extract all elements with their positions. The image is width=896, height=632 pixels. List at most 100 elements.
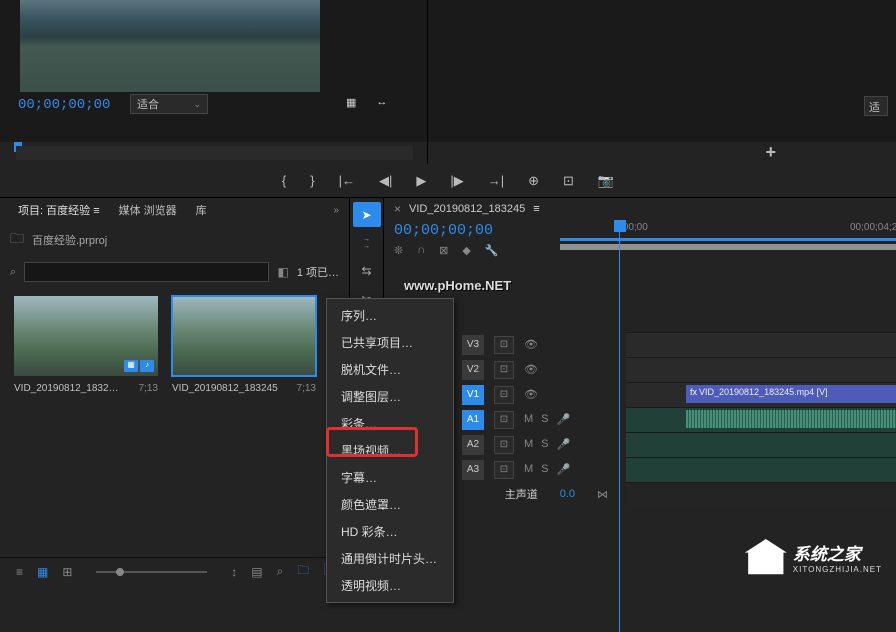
mute-button[interactable]: M [524, 463, 533, 476]
audio-clip[interactable] [686, 410, 896, 428]
fit-dropdown[interactable]: 适合 ⌄ [130, 94, 208, 114]
tab-media-browser[interactable]: 媒体 浏览器 [111, 199, 185, 221]
search-input[interactable] [24, 262, 269, 282]
menu-countdown[interactable]: 通用倒计时片头… [327, 545, 453, 572]
track-id-a3[interactable]: A3 [462, 460, 484, 480]
master-content[interactable] [626, 482, 896, 506]
filter-icon[interactable]: ◧ [277, 265, 288, 279]
track-select-tool[interactable]: →→ [353, 230, 381, 255]
master-value[interactable]: 0.0 [560, 488, 575, 500]
selection-tool[interactable]: ➤ [353, 202, 381, 227]
play-icon[interactable]: ▶ [416, 173, 426, 189]
mute-button[interactable]: M [524, 438, 533, 451]
go-to-in-icon[interactable]: |← [339, 173, 355, 188]
video-clip[interactable]: fxVID_20190812_183245.mp4 [V] [686, 385, 896, 403]
mark-out-icon[interactable]: } [310, 173, 314, 188]
track-toggle[interactable]: ⊡ [494, 386, 514, 404]
eye-icon[interactable]: 👁 [524, 363, 538, 376]
track-toggle[interactable]: ⊡ [494, 436, 514, 454]
track-v3: V3 ⊡ 👁 [384, 332, 896, 357]
track-content-v3[interactable] [626, 332, 896, 357]
menu-offline-file[interactable]: 脱机文件… [327, 356, 453, 383]
timeline-ruler[interactable]: ;00;00 00;00;04;2 [560, 220, 896, 258]
insert-icon[interactable]: ⊕ [528, 173, 539, 189]
tab-menu-icon[interactable]: ≡ [533, 203, 539, 215]
zoom-slider[interactable] [96, 571, 207, 573]
auto-sequence-icon[interactable]: ▤ [251, 565, 262, 579]
solo-button[interactable]: S [541, 438, 548, 451]
track-id-v3[interactable]: V3 [462, 335, 484, 355]
mic-icon[interactable]: 🎤 [557, 463, 571, 476]
menu-black-video[interactable]: 黑场视频… [327, 437, 453, 464]
track-content-a1[interactable] [626, 407, 896, 432]
sequence-thumbnail[interactable] [172, 296, 316, 376]
settings-icon[interactable]: 🔧 [485, 244, 499, 257]
track-toggle[interactable]: ⊡ [494, 411, 514, 429]
icon-view-icon[interactable]: ▦ [37, 565, 48, 579]
menu-shared-project[interactable]: 已共享项目… [327, 329, 453, 356]
track-id-a1[interactable]: A1 [462, 410, 484, 430]
freeform-view-icon[interactable]: ⊞ [62, 565, 72, 579]
mark-in-icon[interactable]: { [282, 173, 286, 188]
eye-icon[interactable]: 👁 [524, 338, 538, 351]
add-button-icon[interactable]: + [765, 142, 776, 163]
menu-color-matte[interactable]: 颜色遮罩… [327, 491, 453, 518]
overwrite-icon[interactable]: ⊡ [563, 173, 574, 189]
source-video-preview[interactable] [20, 0, 320, 92]
track-id-v1[interactable]: V1 [462, 385, 484, 405]
program-fit-dropdown[interactable]: 适 [864, 96, 888, 116]
track-id-v2[interactable]: V2 [462, 360, 484, 380]
source-ruler[interactable] [16, 146, 413, 160]
track-toggle[interactable]: ⊡ [494, 336, 514, 354]
linked-selection-icon[interactable]: ∩ [417, 244, 425, 257]
source-timecode[interactable]: 00;00;00;00 [18, 97, 110, 113]
bin-item[interactable]: VID_20190812_183245 7;13 [172, 296, 316, 394]
export-frame-icon[interactable]: 📷 [598, 173, 614, 189]
panel-overflow-icon[interactable]: » [333, 205, 339, 216]
track-content-v2[interactable] [626, 357, 896, 382]
track-id-a2[interactable]: A2 [462, 435, 484, 455]
work-area-bar[interactable] [560, 244, 896, 250]
ripple-edit-tool[interactable]: ⇆ [353, 258, 381, 283]
tab-project[interactable]: 项目: 百度经验 ≡ [10, 199, 108, 221]
list-view-icon[interactable]: ≡ [16, 565, 23, 579]
solo-button[interactable]: S [541, 413, 548, 426]
menu-transparent-video[interactable]: 透明视频… [327, 572, 453, 599]
step-back-icon[interactable]: ◀| [379, 173, 392, 189]
menu-sequence[interactable]: 序列… [327, 302, 453, 329]
snap-icon[interactable]: ❊ [394, 244, 403, 257]
marker-add-icon[interactable]: ◆ [462, 244, 470, 257]
timeline-timecode[interactable]: 00;00;00;00 [394, 222, 550, 239]
track-toggle[interactable]: ⊡ [494, 361, 514, 379]
tab-library[interactable]: 库 [188, 199, 215, 221]
menu-adjustment-layer[interactable]: 调整图层… [327, 383, 453, 410]
new-bin-icon[interactable]: 🗀 [297, 561, 309, 582]
track-content-a3[interactable] [626, 457, 896, 482]
step-forward-icon[interactable]: |▶ [450, 173, 463, 189]
track-content-v1[interactable]: fxVID_20190812_183245.mp4 [V] [626, 382, 896, 407]
mic-icon[interactable]: 🎤 [557, 413, 571, 426]
bin-item[interactable]: ▦♪ VID_20190812_1832… 7;13 [14, 296, 158, 394]
sequence-name[interactable]: VID_20190812_183245 [409, 203, 525, 215]
track-content-a2[interactable] [626, 432, 896, 457]
markers-icon[interactable]: ↔ [376, 96, 387, 109]
marker-icon[interactable]: ⊠ [439, 244, 448, 257]
eye-icon[interactable]: 👁 [524, 388, 538, 401]
mic-icon[interactable]: 🎤 [557, 438, 571, 451]
link-icon[interactable]: ⋈ [597, 488, 608, 501]
solo-button[interactable]: S [541, 463, 548, 476]
menu-hd-bars[interactable]: HD 彩条… [327, 518, 453, 545]
timeline-playhead[interactable] [620, 220, 626, 258]
track-toggle[interactable]: ⊡ [494, 461, 514, 479]
resolution-icon[interactable]: ▦ [346, 96, 356, 109]
master-label: 主声道 [505, 486, 538, 502]
tab-menu-icon[interactable]: ≡ [93, 205, 99, 217]
mute-button[interactable]: M [524, 413, 533, 426]
menu-captions[interactable]: 字幕… [327, 464, 453, 491]
close-tab-icon[interactable]: × [394, 202, 401, 216]
go-to-out-icon[interactable]: →| [488, 173, 504, 188]
find-icon[interactable]: ⌕ [277, 564, 284, 579]
menu-bars-tone[interactable]: 彩条… [327, 410, 453, 437]
sort-icon[interactable]: ↕ [231, 565, 237, 579]
clip-thumbnail[interactable]: ▦♪ [14, 296, 158, 376]
